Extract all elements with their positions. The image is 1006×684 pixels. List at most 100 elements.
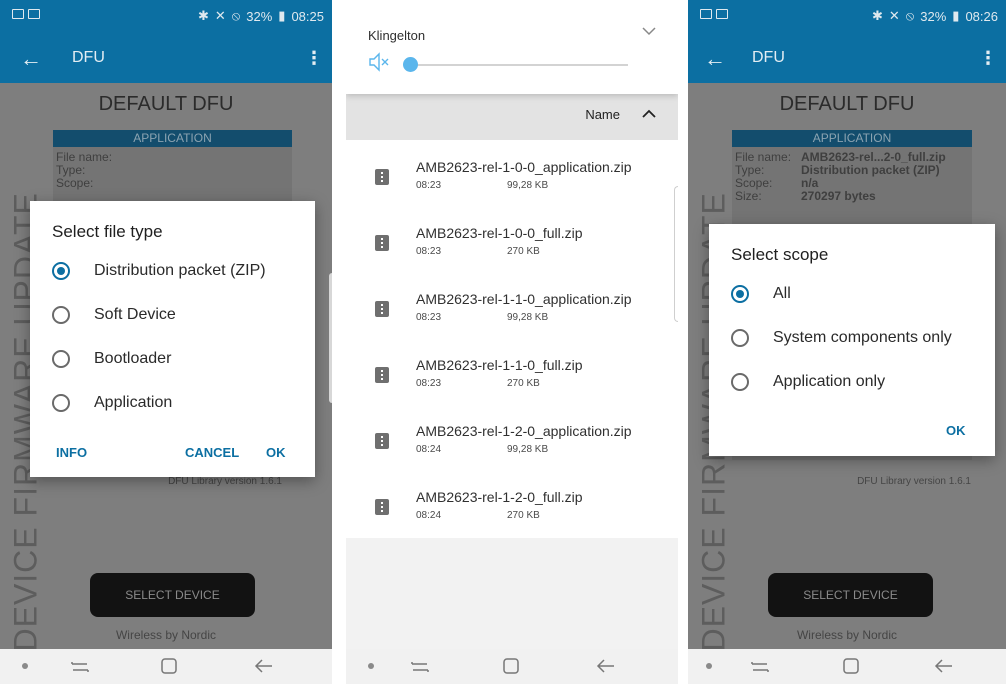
zip-file-icon [375,499,389,515]
file-time: 08:23 [416,246,442,257]
home-icon[interactable] [160,657,178,675]
ok-button[interactable]: OK [946,423,966,438]
file-name: AMB2623-rel-1-1-0_application.zip [416,291,632,307]
scope-dialog: Select scope All System components only … [709,224,995,456]
file-row[interactable]: AMB2623-rel-1-0-0_full.zip 08:23 270 KB [346,213,678,279]
option-all[interactable]: All [731,285,791,303]
volume-slider-track[interactable] [404,64,628,66]
cancel-button[interactable]: CANCEL [185,445,239,460]
chevron-down-icon[interactable] [642,26,656,36]
file-name: AMB2623-rel-1-2-0_full.zip [416,489,583,505]
home-icon[interactable] [502,657,520,675]
status-bar: ✱ ✕ ⦸ 32% ▮ 08:26 [688,0,1006,35]
size-row: Size: 270297 bytes [732,190,972,203]
option-system-components[interactable]: System components only [731,329,952,347]
select-device-button[interactable]: SELECT DEVICE [90,573,255,617]
option-soft-device[interactable]: Soft Device [52,306,176,324]
file-row[interactable]: AMB2623-rel-1-2-0_application.zip 08:24 … [346,411,678,477]
back-arrow-icon[interactable]: ← [704,46,726,72]
radio-selected-icon[interactable] [52,262,70,280]
clock: 08:25 [291,8,324,24]
sort-by-name[interactable]: Name [585,107,620,122]
file-name: AMB2623-rel-1-1-0_full.zip [416,357,583,373]
volume-muted-icon[interactable] [368,52,390,72]
option-application-only[interactable]: Application only [731,373,885,391]
file-size: 270 KB [507,378,540,389]
file-name-row: File name: [53,151,292,164]
radio-icon[interactable] [731,373,749,391]
sort-header: Name [346,94,678,140]
volume-slider-thumb[interactable] [403,57,418,72]
file-row[interactable]: AMB2623-rel-1-1-0_full.zip 08:23 270 KB [346,345,678,411]
ok-button[interactable]: OK [266,445,286,460]
image-icon [716,9,728,19]
back-arrow-icon[interactable]: ← [20,46,42,72]
option-bootloader[interactable]: Bootloader [52,350,171,368]
phone-screen-scope: ✱ ✕ ⦸ 32% ▮ 08:26 ← DFU ⋮ DEVICE FIRMWAR… [688,0,1006,684]
type-value: Distribution packet (ZIP) [801,163,940,177]
drawer-handle[interactable] [329,273,332,403]
footer-text: Wireless by Nordic [796,628,898,642]
option-label: Application only [773,373,886,390]
battery-icon: ▮ [952,8,960,23]
select-device-button[interactable]: SELECT DEVICE [768,573,933,617]
drawer-handle[interactable] [674,186,678,322]
option-label: System components only [773,329,952,346]
radio-icon[interactable] [52,394,70,412]
navigation-bar [0,649,332,684]
file-row[interactable]: AMB2623-rel-1-0-0_application.zip 08:23 … [346,147,678,213]
battery-percent: 32% [246,8,273,24]
file-size: 99,28 KB [507,312,549,323]
page-title: DEFAULT DFU [98,93,234,115]
overflow-menu-icon[interactable]: ⋮ [305,48,323,69]
zip-file-icon [375,433,389,449]
scope-label: Scope: [56,176,94,190]
bluetooth-icon: ✱ [871,8,883,23]
zip-file-icon [375,235,389,251]
option-distribution-packet[interactable]: Distribution packet (ZIP) [52,262,266,280]
file-size: 99,28 KB [507,180,549,191]
bluetooth-icon: ✱ [197,8,209,23]
gallery-icon [12,9,24,19]
file-name: AMB2623-rel-1-0-0_application.zip [416,159,632,175]
option-label: All [773,285,791,302]
phone-screen-file-type: ✱ ✕ ⦸ 32% ▮ 08:25 ← DFU ⋮ DEVICE FIRMWAR… [0,0,332,684]
option-label: Soft Device [94,306,176,323]
file-name: AMB2623-rel-1-2-0_application.zip [416,423,632,439]
phone-screen-file-picker: Klingelton Name AMB2623-rel-1-0-0_applic… [346,0,678,684]
back-icon[interactable] [934,657,954,675]
file-row[interactable]: AMB2623-rel-1-1-0_application.zip 08:23 … [346,279,678,345]
back-icon[interactable] [254,657,274,675]
recent-apps-icon[interactable] [70,657,90,675]
radio-icon[interactable] [731,329,749,347]
file-time: 08:24 [416,510,442,521]
back-icon[interactable] [596,657,616,675]
sort-ascending-icon[interactable] [642,109,656,119]
battery-percent: 32% [920,8,947,24]
page-title: DEFAULT DFU [779,93,915,115]
info-button[interactable]: INFO [56,445,87,460]
radio-selected-icon[interactable] [731,285,749,303]
overflow-menu-icon[interactable]: ⋮ [979,48,997,69]
notification-icons [12,9,40,19]
size-label: Size: [735,189,762,203]
home-icon[interactable] [842,657,860,675]
application-header: APPLICATION [53,130,292,147]
option-label: Bootloader [94,350,172,367]
recent-apps-icon[interactable] [410,657,430,675]
size-value: 270297 bytes [801,189,876,203]
dialog-title: Select file type [52,222,163,241]
block-icon: ⦸ [905,8,915,23]
nav-dot-icon [22,663,28,669]
status-right: ✱ ✕ ⦸ 32% ▮ 08:26 [872,8,998,24]
battery-icon: ▮ [278,8,286,23]
radio-icon[interactable] [52,350,70,368]
recent-apps-icon[interactable] [750,657,770,675]
app-bar: ← DFU ⋮ [0,35,332,83]
app-bar: ← DFU ⋮ [688,35,1006,83]
zip-file-icon [375,169,389,185]
option-application[interactable]: Application [52,394,172,412]
file-row[interactable]: AMB2623-rel-1-2-0_full.zip 08:24 270 KB [346,477,678,543]
volume-panel: Klingelton [346,0,678,94]
radio-icon[interactable] [52,306,70,324]
